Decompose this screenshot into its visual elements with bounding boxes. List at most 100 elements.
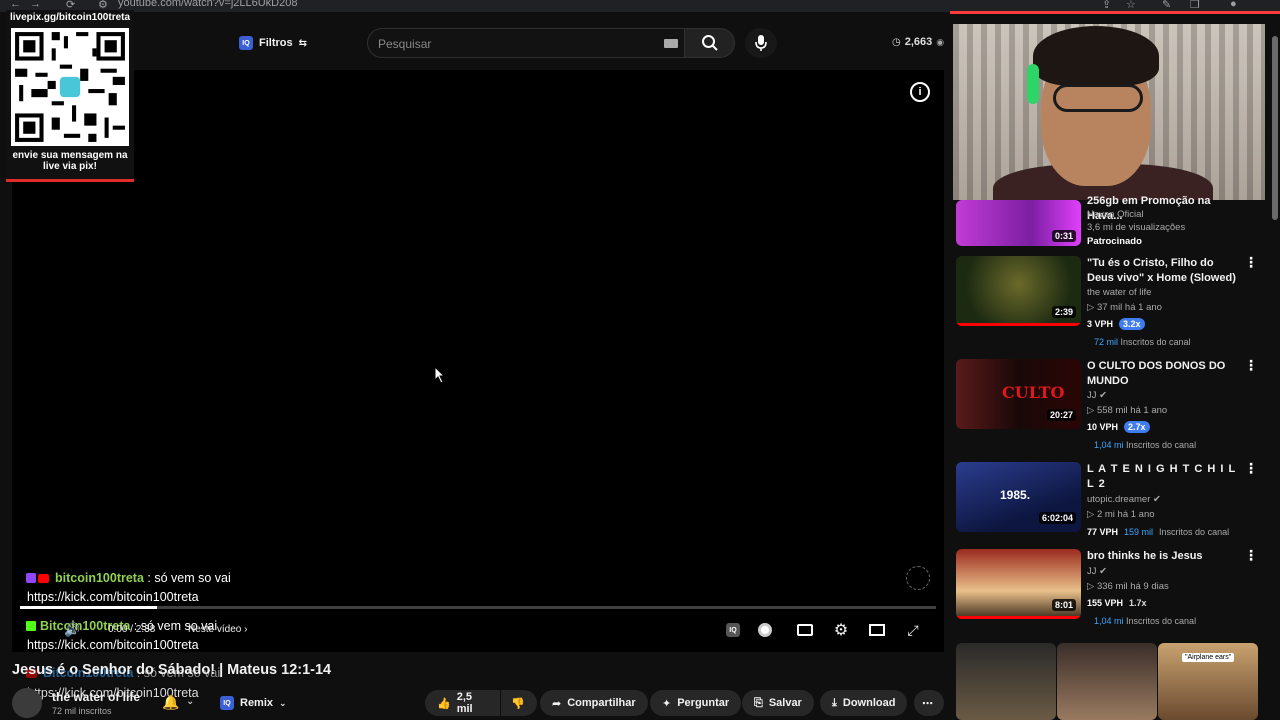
video-duration: 20:27 — [1046, 409, 1076, 421]
sidebar-subs: 1,04 mi Inscritos do canal — [1094, 616, 1196, 626]
voice-search-button[interactable] — [745, 28, 777, 58]
channel-subscribers: 72 mil inscritos — [52, 706, 112, 716]
sidebar-subs: 1,04 mi Inscritos do canal — [1094, 440, 1196, 450]
chat-username: bitcoin100treta — [55, 571, 144, 585]
sidebar-thumbnail[interactable]: 1985. 6:02:04 — [956, 462, 1081, 532]
chat-message: https://kick.com/bitcoin100treta — [27, 590, 199, 604]
volume-icon[interactable]: 🔊 — [64, 622, 80, 638]
like-button[interactable]: 👍 2,5 mil — [425, 690, 500, 716]
more-vertical-icon[interactable]: ⋮ — [1244, 461, 1258, 476]
download-label: Download — [842, 697, 896, 709]
bookmark-icon: ⎘ — [754, 696, 763, 709]
forward-icon[interactable]: → — [30, 0, 41, 10]
address-bar[interactable]: youtube.com/watch?v=j2LL6UkD208 — [118, 0, 297, 9]
sidebar-stats: ▷ 2 mi há 1 ano — [1087, 509, 1155, 520]
iq-badge: IQ — [220, 696, 234, 710]
chat-text: : só vem so vai — [147, 571, 231, 585]
settings-button[interactable]: ⚙ — [830, 620, 852, 640]
thumbnail-text: 1985. — [1000, 488, 1031, 502]
qr-code — [11, 28, 129, 146]
sidebar-channel[interactable]: utopic.dreamer — [1087, 494, 1150, 505]
chapter-label: Neste vídeo — [188, 624, 242, 635]
sidebar-video-title[interactable]: O CULTO DOS DONOS DO MUNDO — [1087, 359, 1237, 389]
sidebar-channel[interactable]: JJ — [1087, 566, 1097, 577]
short-thumbnail[interactable] — [1057, 643, 1157, 720]
sidebar-subs: 72 mil Inscritos do canal — [1094, 337, 1191, 347]
back-icon[interactable]: ← — [10, 0, 21, 10]
kick-icon — [26, 621, 36, 631]
subs-count: 1,04 mi — [1094, 616, 1124, 626]
sidebar-metrics: 10 VPH 2.7x — [1087, 421, 1150, 433]
sidebar-stats: ▷ 558 mil há 1 ano — [1087, 405, 1168, 416]
channel-avatar[interactable] — [12, 688, 42, 718]
search-button[interactable] — [685, 28, 735, 58]
browser-toolbar: ← → ⟳ ⚙ youtube.com/watch?v=j2LL6UkD208 — [0, 0, 950, 12]
window-icon[interactable]: ❐ — [1190, 0, 1200, 11]
vph-value: 3 VPH — [1087, 319, 1114, 329]
multiplier-badge: 2.7x — [1124, 421, 1150, 433]
save-button[interactable]: ⎘ Salvar — [742, 690, 814, 716]
sidebar-thumbnail[interactable]: 2:39 — [956, 256, 1081, 326]
bell-icon[interactable]: 🔔 — [162, 694, 179, 711]
more-vertical-icon[interactable]: ⋮ — [1244, 358, 1258, 373]
more-vertical-icon[interactable]: ⋮ — [1244, 548, 1258, 563]
extension-icon[interactable]: ✎ — [1162, 0, 1171, 11]
progress-bar[interactable] — [20, 606, 936, 609]
channel-name[interactable]: the water of life — [52, 690, 140, 704]
dislike-button[interactable]: 👎 — [501, 690, 537, 716]
sidebar-channel[interactable]: the water of life — [1087, 287, 1151, 298]
multiplier-badge: 1.7x — [1129, 598, 1147, 608]
more-actions-button[interactable]: ⋯ — [914, 690, 944, 716]
short-thumbnail[interactable]: "Airplane ears" — [1158, 643, 1258, 720]
sidebar-video-title[interactable]: bro thinks he is Jesus — [1087, 549, 1237, 564]
profile-icon[interactable]: ● — [1230, 0, 1237, 10]
share-button[interactable]: ➦ Compartilhar — [540, 690, 648, 716]
search-input[interactable] — [378, 35, 648, 53]
bookmark-star-icon[interactable]: ☆ — [1126, 0, 1136, 11]
chapter-button[interactable]: Neste vídeo › — [188, 624, 247, 635]
more-horizontal-icon: ⋯ — [922, 697, 933, 710]
chevron-down-icon: ⌄ — [279, 697, 287, 708]
keyboard-icon[interactable] — [664, 39, 678, 48]
short-thumbnail[interactable] — [956, 643, 1056, 720]
fullscreen-button[interactable]: ⤢ — [902, 620, 924, 640]
share-icon[interactable]: ⇪ — [1102, 0, 1111, 11]
video-title: Jesus é o Senhor do Sábado! | Mateus 12:… — [12, 662, 332, 678]
miniplayer-button[interactable] — [866, 620, 888, 640]
sidebar-channel[interactable]: Havan Oficial — [1087, 209, 1144, 220]
filters-button[interactable]: IQ Filtros ⇆ — [231, 31, 316, 55]
video-player[interactable] — [12, 70, 944, 652]
sidebar-thumbnail[interactable]: 0:31 — [956, 200, 1081, 246]
sidebar-thumbnail[interactable]: CULTO 20:27 — [956, 359, 1081, 429]
sliders-icon: ⇆ — [298, 37, 308, 49]
channel-watermark[interactable] — [906, 566, 930, 590]
download-button[interactable]: ⤓ Download — [820, 690, 908, 716]
thumbs-up-icon: 👍 — [437, 697, 451, 710]
sidebar-video-title[interactable]: L A T E N I G H T C H I L L 2 — [1087, 462, 1237, 492]
remix-button[interactable]: IQ Remix ⌄ — [214, 690, 293, 716]
video-duration: 2:39 — [1051, 306, 1076, 318]
subs-count: 1,04 mi — [1094, 440, 1124, 450]
chat-message: https://kick.com/bitcoin100treta — [27, 638, 199, 652]
subs-count: 72 mil — [1094, 337, 1119, 347]
more-vertical-icon[interactable]: ⋮ — [1244, 255, 1258, 270]
qr-caption: envie sua mensagem na live via pix! — [6, 150, 134, 172]
sidebar-video-title[interactable]: "Tu és o Cristo, Filho do Deus vivo" x H… — [1087, 256, 1237, 286]
eye-icon: ◉ — [936, 36, 945, 47]
thumbs-down-icon: 👎 — [511, 697, 525, 710]
chevron-down-icon[interactable]: ⌄ — [186, 696, 194, 707]
captions-button[interactable] — [794, 620, 816, 640]
sidebar-scrollbar[interactable] — [1272, 36, 1278, 220]
iq-control-button[interactable]: IQ — [722, 620, 744, 640]
ask-button[interactable]: ✦ Perguntar — [650, 690, 742, 716]
share-arrow-icon: ➦ — [552, 697, 562, 710]
fullscreen-icon: ⤢ — [907, 621, 919, 638]
sidebar-thumbnail[interactable]: 8:01 — [956, 549, 1081, 619]
twitch-icon — [26, 573, 36, 583]
qr-caption-line2: live via pix! — [43, 161, 97, 172]
chat-message: bitcoin100treta : só vem so vai — [26, 571, 231, 585]
info-icon[interactable]: i — [910, 82, 930, 102]
sidebar-channel[interactable]: JJ — [1087, 390, 1097, 401]
autoplay-toggle[interactable] — [754, 620, 776, 640]
subs-label: Inscritos do canal — [1120, 337, 1191, 347]
